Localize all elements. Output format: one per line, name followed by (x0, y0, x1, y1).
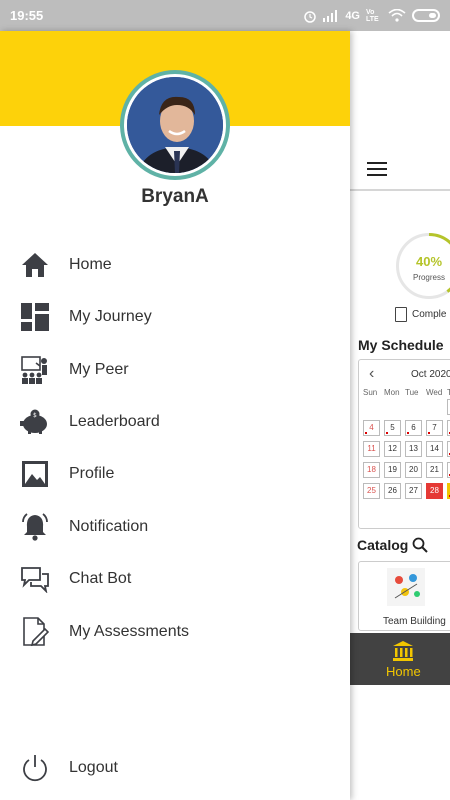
progress-ring: 40% Progress (396, 233, 450, 299)
menu-item-leaderboard[interactable]: $ Leaderboard (20, 407, 320, 437)
schedule-title: My Schedule (358, 337, 444, 353)
alarm-icon (304, 10, 317, 23)
wifi-icon (388, 9, 406, 22)
calendar-day[interactable]: 11 (363, 441, 380, 457)
calendar-day[interactable]: 25 (363, 483, 380, 499)
avatar-photo (127, 77, 223, 173)
status-icons: 4G Vo LTE (303, 9, 440, 23)
chat-icon (20, 564, 50, 594)
weekday-label: Tue (405, 388, 419, 397)
calendar-day[interactable]: 13 (405, 441, 422, 457)
menu-item-label: My Peer (69, 361, 129, 378)
progress-label: Progress (412, 273, 445, 282)
bell-icon (20, 512, 50, 542)
catalog-header: Catalog (357, 537, 429, 553)
menu-item-profile[interactable]: Profile (20, 459, 320, 489)
weekday-label: Mon (384, 388, 400, 397)
certificate-icon (395, 307, 407, 322)
calendar: ‹ Oct 2020 Sun Mon Tue Wed T 45671112131… (358, 359, 450, 529)
username: BryanA (141, 186, 209, 207)
catalog-item-label: Team Building (383, 616, 446, 627)
volte-badge: Vo LTE (366, 8, 379, 23)
calendar-day[interactable]: 26 (384, 483, 401, 499)
menu-item-logout[interactable]: Logout (20, 753, 320, 783)
hamburger-menu-icon[interactable] (367, 162, 387, 180)
bank-icon[interactable] (392, 640, 414, 662)
calendar-day[interactable]: 20 (405, 462, 422, 478)
calendar-month: Oct 2020 (411, 369, 450, 380)
avatar[interactable] (120, 70, 230, 180)
menu-item-label: My Assessments (69, 623, 190, 640)
calendar-day[interactable]: 6 (405, 420, 422, 436)
menu-item-my-peer[interactable]: My Peer (20, 355, 320, 385)
status-time: 19:55 (10, 8, 44, 23)
menu-item-chat-bot[interactable]: Chat Bot (20, 564, 320, 594)
calendar-day[interactable]: 19 (384, 462, 401, 478)
power-icon (20, 753, 50, 783)
piggy-bank-icon: $ (20, 407, 50, 437)
home-icon (20, 250, 50, 280)
image-icon (20, 459, 50, 489)
calendar-day[interactable]: 5 (384, 420, 401, 436)
event-dot (407, 432, 409, 434)
signal-icon (323, 9, 338, 22)
menu-item-label: My Journey (69, 308, 152, 325)
navigation-drawer: BryanA Home My Journey My Peer $ Leaderb… (0, 31, 350, 800)
menu-item-label: Leaderboard (69, 413, 160, 430)
battery-icon (412, 9, 440, 22)
complete-row[interactable]: Comple (395, 307, 446, 322)
network-type: 4G (345, 9, 360, 22)
svg-text:$: $ (33, 412, 37, 419)
event-dot (428, 432, 430, 434)
menu-item-label: Home (69, 256, 112, 273)
menu-item-label: Profile (69, 465, 115, 482)
screen: 19:55 4G Vo LTE 40% Progress Comple My S… (0, 0, 450, 800)
search-icon[interactable] (412, 537, 429, 553)
menu-item-label: Notification (69, 518, 149, 535)
menu-item-notification[interactable]: Notification (20, 512, 320, 542)
calendar-day[interactable]: 14 (426, 441, 443, 457)
document-edit-icon (20, 617, 50, 647)
event-dot (386, 432, 388, 434)
teacher-icon (20, 355, 50, 385)
calendar-day[interactable]: 4 (363, 420, 380, 436)
dashboard-icon (20, 302, 50, 332)
menu-item-my-journey[interactable]: My Journey (20, 302, 320, 332)
calendar-day[interactable]: 18 (363, 462, 380, 478)
bottom-nav: Home (350, 633, 450, 685)
menu-item-my-assessments[interactable]: My Assessments (20, 617, 320, 647)
calendar-prev-icon[interactable]: ‹ (369, 365, 374, 383)
progress-value: 40% (415, 254, 443, 269)
app-header (350, 31, 450, 191)
calendar-day[interactable]: 28 (426, 483, 443, 499)
background-app: 40% Progress Comple My Schedule ‹ Oct 20… (350, 31, 450, 800)
logout-label: Logout (69, 759, 118, 776)
calendar-day[interactable]: 7 (426, 420, 443, 436)
catalog-title: Catalog (357, 537, 409, 553)
catalog-card[interactable]: Team Building (358, 561, 450, 631)
weekday-label: Wed (426, 388, 443, 397)
calendar-day[interactable]: 21 (426, 462, 443, 478)
weekday-label: Sun (363, 388, 378, 397)
complete-label: Comple (412, 309, 447, 320)
calendar-weekdays: Sun Mon Tue Wed T (363, 388, 450, 397)
calendar-day[interactable]: 27 (405, 483, 422, 499)
menu-item-label: Chat Bot (69, 570, 132, 587)
event-dot (365, 432, 367, 434)
catalog-thumbnail (387, 568, 425, 606)
menu-item-home[interactable]: Home (20, 250, 320, 280)
status-bar: 19:55 4G Vo LTE (0, 0, 450, 31)
bottom-nav-home-label[interactable]: Home (386, 664, 421, 679)
calendar-day[interactable]: 12 (384, 441, 401, 457)
